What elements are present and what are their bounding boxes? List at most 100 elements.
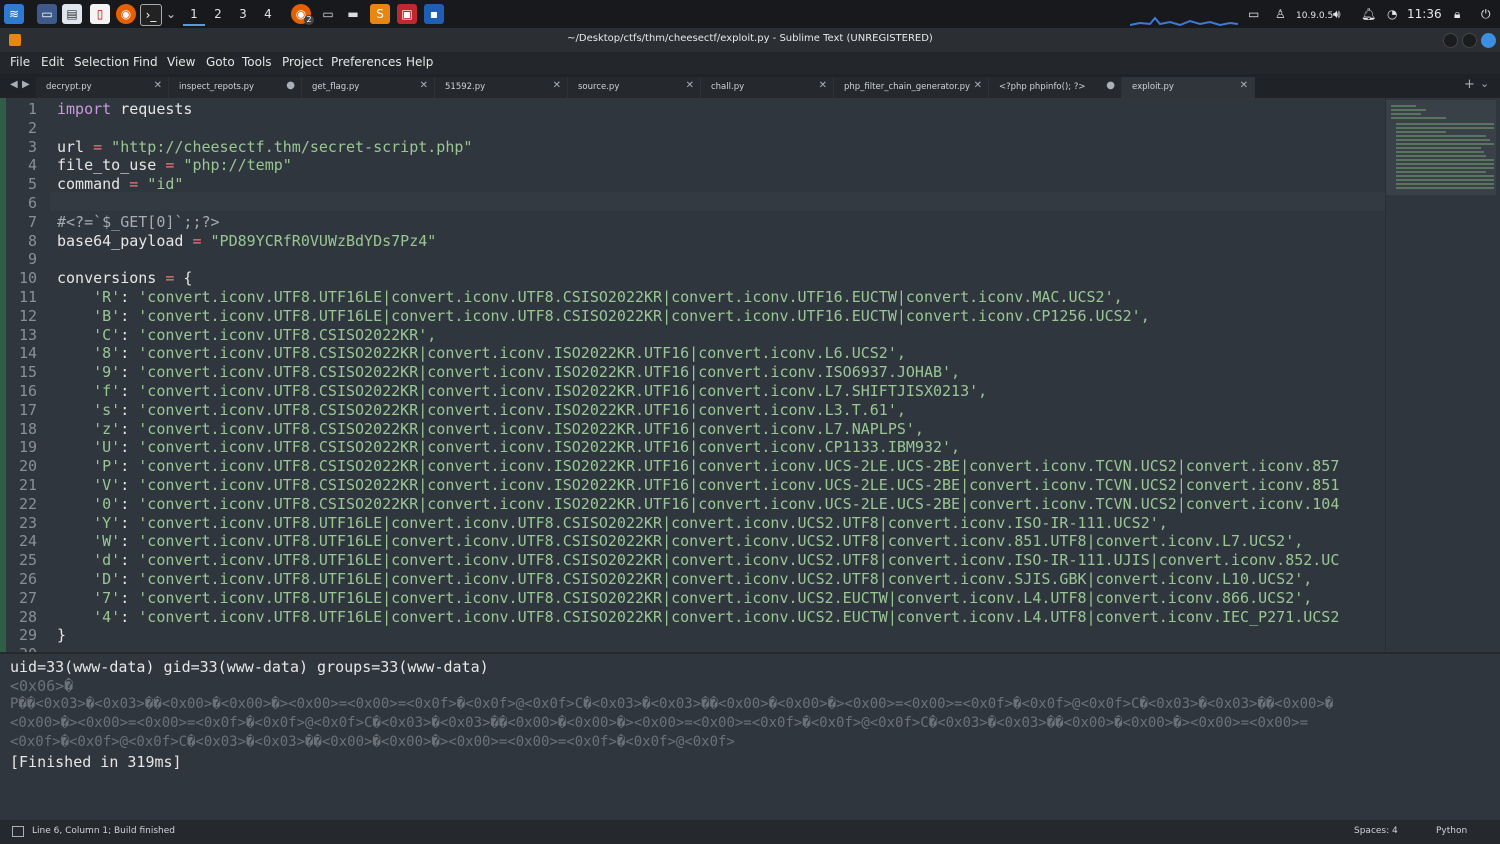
panel-toggle-icon[interactable] (12, 826, 24, 837)
code-line: command = "id" (57, 175, 183, 193)
minimap[interactable] (1385, 98, 1500, 652)
tab-label: chall.py (711, 82, 745, 92)
tab-source[interactable]: source.py ✕ (568, 77, 701, 98)
build-output-panel[interactable]: uid=33(www-data) gid=33(www-data) groups… (0, 652, 1500, 822)
tab-decrypt[interactable]: decrypt.py ✕ (36, 77, 169, 98)
tab-close-icon[interactable]: ✕ (420, 80, 428, 91)
tab-chall[interactable]: chall.py ✕ (701, 77, 834, 98)
tab-php-filter-chain-generator[interactable]: php_filter_chain_generator.py ✕ (834, 77, 989, 98)
menu-view[interactable]: View (167, 55, 195, 69)
code-token: = (129, 175, 139, 194)
menu-bar: File Edit Selection Find View Goto Tools… (0, 52, 1500, 74)
code-token: command (57, 175, 130, 194)
workspace-4[interactable]: 4 (257, 4, 279, 24)
menu-selection[interactable]: Selection (74, 55, 129, 69)
menu-edit[interactable]: Edit (41, 55, 64, 69)
tab-label: 51592.py (445, 82, 486, 92)
workspace-2[interactable]: 2 (207, 4, 229, 24)
code-editor[interactable]: 1 2 3 4 5 6 7 8 9 10 11 12 13 14 15 16 17 18 19 20 21 22 23 24 2… (0, 98, 1385, 652)
indentation-setting[interactable]: Spaces: 4 (1354, 826, 1398, 836)
tab-phpinfo[interactable]: <?php phpinfo(); ?> ● (989, 77, 1122, 98)
output-line: <0x06>� (10, 677, 74, 695)
tab-list-chevron-icon[interactable]: ⌄ (1480, 77, 1489, 90)
app-task-icon-2[interactable]: ▪ (424, 4, 444, 24)
close-button[interactable] (1481, 33, 1496, 48)
window-task-icon[interactable]: ▬ (343, 4, 363, 24)
menu-help[interactable]: Help (406, 55, 433, 69)
tab-close-icon[interactable]: ✕ (1240, 80, 1248, 91)
tab-scroll-right-icon[interactable]: ▶ (22, 79, 30, 90)
code-token: url (57, 137, 94, 156)
menu-find[interactable]: Find (133, 55, 158, 69)
new-tab-icon[interactable]: + (1464, 77, 1475, 92)
code-line: 'B': 'convert.iconv.UTF8.UTF16LE|convert… (93, 306, 1150, 325)
current-line-highlight (50, 192, 1385, 211)
menu-goto[interactable]: Goto (206, 55, 235, 69)
tab-exploit[interactable]: exploit.py ✕ (1122, 77, 1255, 98)
code-token: 'convert.iconv.UTF8.CSISO2022KR|convert.… (138, 344, 906, 363)
workspace-3[interactable]: 3 (232, 4, 254, 24)
power-icon[interactable]: ⏻ (1481, 6, 1491, 22)
terminal-icon[interactable]: ›_ (140, 4, 162, 26)
code-line: 'Y': 'convert.iconv.UTF8.UTF16LE|convert… (93, 513, 1168, 532)
tab-inspect-repots[interactable]: inspect_repots.py ● (169, 77, 302, 98)
code-token: 'convert.iconv.UTF8.UTF16LE|convert.icon… (138, 513, 1168, 532)
tab-close-icon[interactable]: ✕ (819, 80, 827, 91)
minimap-preview (1386, 100, 1496, 195)
code-token: 'convert.iconv.UTF8.CSISO2022KR', (138, 325, 437, 344)
code-token: "PD89YCRfR0VUWzBdYDs7Pz4" (201, 231, 437, 250)
cursor-position: Line 6, Column 1; Build finished (32, 826, 175, 836)
code-token: '8' (93, 344, 121, 363)
menu-tools[interactable]: Tools (242, 55, 272, 69)
vpn-icon[interactable]: ♙ (1275, 6, 1286, 22)
code-line: '9': 'convert.iconv.UTF8.CSISO2022KR|con… (93, 363, 961, 382)
minimize-button[interactable] (1443, 33, 1458, 48)
code-line: 'P': 'convert.iconv.UTF8.CSISO2022KR|con… (93, 457, 1340, 476)
code-token: 'convert.iconv.UTF8.UTF16LE|convert.icon… (138, 306, 1150, 325)
code-line: '8': 'convert.iconv.UTF8.CSISO2022KR|con… (93, 344, 906, 363)
code-token: 'convert.iconv.UTF8.CSISO2022KR|convert.… (138, 400, 906, 419)
chevron-down-icon[interactable]: ⌄ (161, 4, 181, 24)
file-manager-icon[interactable]: ▤ (62, 4, 82, 24)
code-line: '0': 'convert.iconv.UTF8.CSISO2022KR|con… (93, 494, 1340, 513)
workspace-1[interactable]: 1 (183, 4, 205, 26)
lock-icon[interactable]: 🔒︎ (1454, 6, 1460, 22)
tab-dirty-icon[interactable]: ● (1106, 80, 1115, 91)
code-token: "id" (138, 175, 184, 194)
code-token: 'R' (93, 288, 121, 306)
build-finished-text: [Finished in 319ms] (10, 753, 182, 771)
tab-close-icon[interactable]: ✕ (154, 80, 162, 91)
document-viewer-icon[interactable]: ▯ (90, 4, 110, 24)
display-icon[interactable]: ▭ (1248, 6, 1259, 22)
app-task-icon[interactable]: ▣ (397, 4, 417, 24)
clock[interactable]: 11:36 (1407, 6, 1442, 22)
firefox-icon[interactable]: ◉ (116, 4, 136, 24)
code-line: 's': 'convert.iconv.UTF8.CSISO2022KR|con… (93, 400, 906, 419)
tab-scroll-left-icon[interactable]: ◀ (10, 79, 18, 90)
syntax-selector[interactable]: Python (1436, 826, 1467, 836)
terminal-task-icon[interactable]: ▭ (318, 4, 338, 24)
code-line: 'f': 'convert.iconv.UTF8.CSISO2022KR|con… (93, 382, 988, 400)
desktop-icon[interactable]: ▭ (37, 4, 57, 24)
window-titlebar[interactable]: ~/Desktop/ctfs/thm/cheesectf/exploit.py … (0, 28, 1500, 52)
notifications-icon[interactable]: 🔔︎ (1361, 6, 1376, 22)
maximize-button[interactable] (1462, 33, 1477, 48)
code-token: 'd' (93, 551, 121, 570)
volume-icon[interactable]: 🔊︎ (1333, 6, 1341, 22)
tab-close-icon[interactable]: ✕ (974, 80, 982, 91)
menu-preferences[interactable]: Preferences (331, 55, 402, 69)
code-line: #<?=`$_GET[0]`;;?> (57, 213, 220, 231)
sublime-task-icon[interactable]: S (370, 4, 390, 24)
tab-51592[interactable]: 51592.py ✕ (435, 77, 568, 98)
tab-get-flag[interactable]: get_flag.py ✕ (302, 77, 435, 98)
code-line: '7': 'convert.iconv.UTF8.UTF16LE|convert… (93, 588, 1313, 607)
app-menu-icon[interactable]: ≋ (4, 4, 24, 24)
tab-close-icon[interactable]: ✕ (553, 80, 561, 91)
tab-close-icon[interactable]: ✕ (686, 80, 694, 91)
menu-project[interactable]: Project (282, 55, 323, 69)
code-token: "php://temp" (174, 156, 292, 175)
code-token: '4' (93, 607, 121, 626)
output-line: uid=33(www-data) gid=33(www-data) groups… (10, 658, 489, 676)
tab-dirty-icon[interactable]: ● (286, 80, 295, 91)
menu-file[interactable]: File (10, 55, 30, 69)
